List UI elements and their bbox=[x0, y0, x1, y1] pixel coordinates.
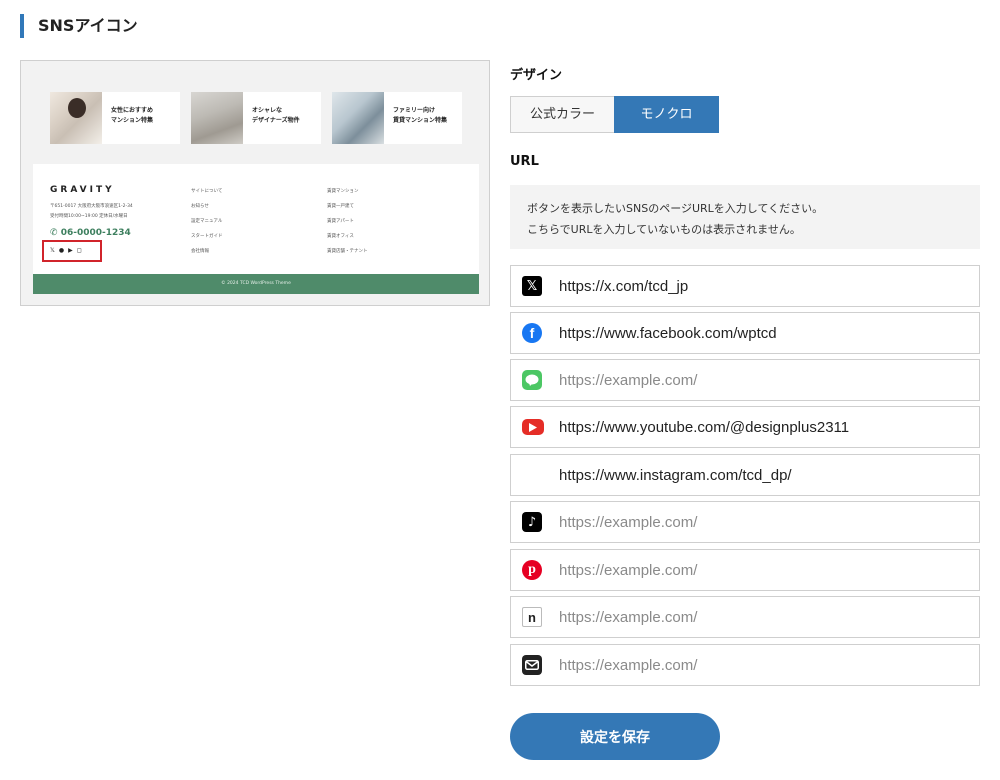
instagram-url-input[interactable] bbox=[559, 463, 959, 487]
tiktok-icon: ♪ bbox=[522, 512, 542, 532]
preview-banner: ファミリー向け 賃貸マンション特集 bbox=[332, 92, 462, 144]
preview-banners: 女性におすすめ マンション特集 オシャレな デザイナーズ物件 ファミリー向け 賃… bbox=[50, 92, 462, 144]
banner-photo bbox=[191, 92, 243, 144]
sns-url-row-pinterest: p bbox=[510, 549, 980, 591]
preview-copyright: © 2024 TCD WordPress Theme bbox=[33, 274, 479, 294]
sns-url-row-note: n bbox=[510, 596, 980, 638]
preview-address: 〒651-0017 大阪府大阪市浪速区1-2-34 受付時間10:00~19:0… bbox=[50, 204, 133, 219]
preview-nav-col: サイトについて お知らせ 設定マニュアル スタートガイド 会社情報 bbox=[191, 184, 223, 259]
preview-nav-item: サイトについて bbox=[191, 189, 223, 194]
youtube-icon: ▶ bbox=[68, 247, 73, 254]
sns-url-row-instagram bbox=[510, 454, 980, 496]
sns-url-row-x: 𝕏 bbox=[510, 265, 980, 307]
preview-nav-item: 賃貸一戸建て bbox=[327, 204, 354, 209]
preview-phone-number: 06-0000-1234 bbox=[60, 228, 131, 238]
sns-url-row-facebook: f bbox=[510, 312, 980, 354]
note-url-input[interactable] bbox=[559, 605, 959, 629]
section-title: SNSアイコン bbox=[20, 14, 138, 38]
line-url-input[interactable] bbox=[559, 368, 959, 392]
sns-url-row-mail bbox=[510, 644, 980, 686]
mail-url-input[interactable] bbox=[559, 653, 959, 677]
design-label: デザイン bbox=[510, 68, 563, 83]
preview-footer: GRAVITY 〒651-0017 大阪府大阪市浪速区1-2-34 受付時間10… bbox=[33, 164, 479, 274]
preview-nav-item: 会社情報 bbox=[191, 249, 209, 254]
preview-nav-item: 賃貸マンション bbox=[327, 189, 359, 194]
preview-nav-item: お知らせ bbox=[191, 204, 209, 209]
sns-url-row-youtube bbox=[510, 406, 980, 448]
url-note-line: ボタンを表示したいSNSのページURLを入力してください。 bbox=[527, 202, 824, 215]
preview-nav-item: スタートガイド bbox=[191, 234, 223, 239]
banner-photo bbox=[50, 92, 102, 144]
pinterest-icon: p bbox=[522, 560, 542, 580]
preview-nav-item: 賃貸アパート bbox=[327, 219, 354, 224]
preview-nav-item: 賃貸オフィス bbox=[327, 234, 354, 239]
preview-nav-item: 賃貸店舗・テナント bbox=[327, 249, 368, 254]
footer-preview: 女性におすすめ マンション特集 オシャレな デザイナーズ物件 ファミリー向け 賃… bbox=[20, 60, 490, 306]
preview-nav-col: 賃貸マンション 賃貸一戸建て 賃貸アパート 賃貸オフィス 賃貸店舗・テナント bbox=[327, 184, 368, 259]
banner-text: ファミリー向け 賃貸マンション特集 bbox=[393, 107, 448, 124]
banner-photo bbox=[332, 92, 384, 144]
design-option-mono[interactable]: モノクロ bbox=[614, 96, 719, 133]
url-note-line: こちらでURLを入力していないものは表示されません。 bbox=[527, 223, 801, 236]
preview-banner: オシャレな デザイナーズ物件 bbox=[191, 92, 321, 144]
instagram-icon bbox=[522, 465, 542, 485]
preview-nav-item: 設定マニュアル bbox=[191, 219, 223, 224]
design-toggle: 公式カラー モノクロ bbox=[510, 96, 719, 133]
x-url-input[interactable] bbox=[559, 274, 959, 298]
url-label: URL bbox=[510, 154, 539, 169]
sns-url-row-tiktok: ♪ bbox=[510, 501, 980, 543]
x-icon: 𝕏 bbox=[522, 276, 542, 296]
banner-text: 女性におすすめ マンション特集 bbox=[111, 107, 154, 124]
facebook-url-input[interactable] bbox=[559, 321, 959, 345]
facebook-icon: ● bbox=[58, 247, 65, 254]
preview-sns-highlight: 𝕏 ● ▶ ◻ bbox=[42, 240, 102, 262]
preview-phone: ✆ 06-0000-1234 bbox=[50, 228, 131, 238]
facebook-icon: f bbox=[522, 323, 542, 343]
phone-icon: ✆ bbox=[50, 228, 58, 238]
youtube-url-input[interactable] bbox=[559, 415, 959, 439]
pinterest-url-input[interactable] bbox=[559, 558, 959, 582]
banner-text: オシャレな デザイナーズ物件 bbox=[252, 107, 300, 124]
x-icon: 𝕏 bbox=[50, 247, 55, 254]
line-icon bbox=[522, 370, 542, 390]
tiktok-url-input[interactable] bbox=[559, 510, 959, 534]
instagram-icon: ◻ bbox=[76, 247, 82, 254]
url-note: ボタンを表示したいSNSのページURLを入力してください。 こちらでURLを入力… bbox=[510, 185, 980, 249]
preview-banner: 女性におすすめ マンション特集 bbox=[50, 92, 180, 144]
design-option-official[interactable]: 公式カラー bbox=[510, 96, 614, 133]
mail-icon bbox=[522, 655, 542, 675]
youtube-icon bbox=[522, 419, 544, 435]
note-icon: n bbox=[522, 607, 542, 627]
preview-logo: GRAVITY bbox=[50, 185, 115, 195]
save-settings-button[interactable]: 設定を保存 bbox=[510, 713, 720, 760]
sns-url-row-line bbox=[510, 359, 980, 401]
